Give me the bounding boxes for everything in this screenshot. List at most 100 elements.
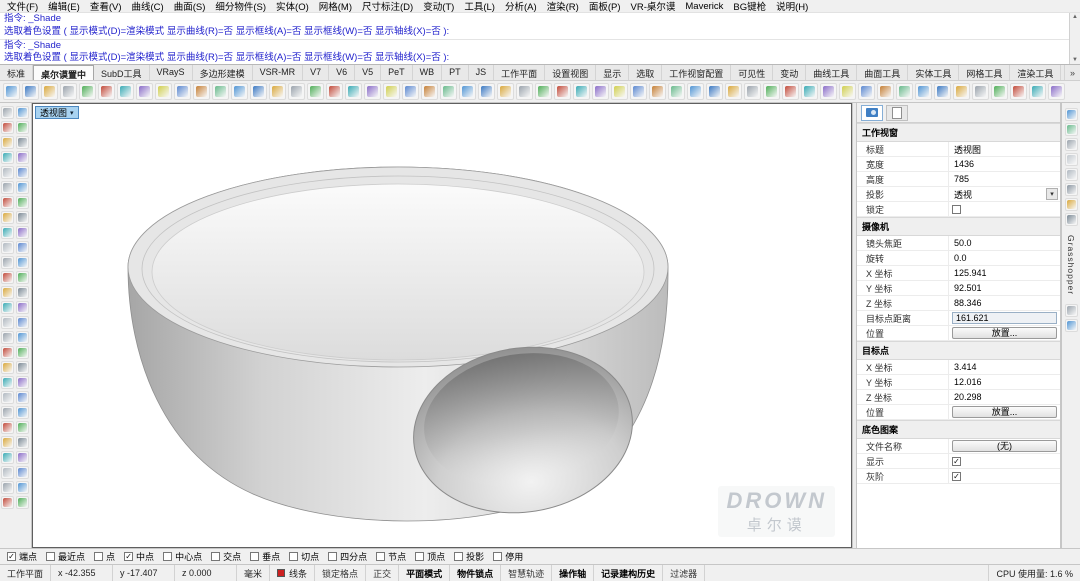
checkbox-icon[interactable] [415, 552, 425, 561]
checkbox-icon[interactable] [289, 552, 299, 561]
toolbar-icon[interactable] [820, 83, 837, 100]
sidebar-tool-icon[interactable] [16, 226, 29, 239]
side-tab-icon[interactable] [1064, 183, 1078, 196]
toolbar-icon[interactable] [801, 83, 818, 100]
osnap-item[interactable]: 停用 [493, 550, 523, 563]
status-toggle[interactable]: 记录建构历史 [594, 565, 664, 581]
toolbar-tab[interactable]: V6 [329, 65, 356, 80]
toolbar-icon[interactable] [687, 83, 704, 100]
osnap-item[interactable]: ✓ 端点 [7, 550, 37, 563]
toolbar-icon[interactable] [98, 83, 115, 100]
sidebar-tool-icon[interactable] [1, 121, 14, 134]
sidebar-tool-icon[interactable] [1, 436, 14, 449]
sidebar-tool-icon[interactable] [16, 406, 29, 419]
sidebar-tool-icon[interactable] [1, 496, 14, 509]
toolbar-icon[interactable] [383, 83, 400, 100]
checkbox-icon[interactable]: ✓ [952, 471, 961, 481]
sidebar-tool-icon[interactable] [1, 136, 14, 149]
status-toggle[interactable]: 过滤器 [663, 565, 706, 581]
sidebar-tool-icon[interactable] [1, 271, 14, 284]
display-properties-tab[interactable] [886, 104, 908, 121]
checkbox-icon[interactable] [46, 552, 56, 561]
property-value[interactable]: 92.501 [952, 283, 982, 293]
toolbar-icon[interactable] [991, 83, 1008, 100]
toolbar-icon[interactable] [345, 83, 362, 100]
menu-item[interactable]: 说明(H) [771, 0, 813, 13]
sidebar-tool-icon[interactable] [1, 151, 14, 164]
toolbar-tab[interactable]: 标准 [0, 65, 34, 80]
sidebar-tool-icon[interactable] [16, 331, 29, 344]
side-tab-icon[interactable] [1064, 108, 1078, 121]
toolbar-icon[interactable] [440, 83, 457, 100]
toolbar-icon[interactable] [60, 83, 77, 100]
side-tab-icon[interactable] [1064, 304, 1078, 318]
toolbar-icon[interactable] [22, 83, 39, 100]
sidebar-tool-icon[interactable] [1, 376, 14, 389]
property-button[interactable]: 放置... [952, 327, 1057, 339]
toolbar-icon[interactable] [725, 83, 742, 100]
toolbar-icon[interactable] [250, 83, 267, 100]
toolbar-icon[interactable] [497, 83, 514, 100]
toolbar-tab[interactable]: WB [413, 65, 443, 80]
status-toggle[interactable]: 物件锁点 [450, 565, 502, 581]
osnap-item[interactable]: ✓ 中点 [124, 550, 154, 563]
sidebar-tool-icon[interactable] [16, 451, 29, 464]
toolbar-icon[interactable] [1048, 83, 1065, 100]
checkbox-icon[interactable] [952, 204, 961, 214]
toolbar-icon[interactable] [269, 83, 286, 100]
sidebar-tool-icon[interactable] [1, 211, 14, 224]
property-value[interactable]: 785 [952, 174, 969, 184]
cplane-button[interactable]: 工作平面 [0, 565, 52, 581]
toolbar-icon[interactable] [668, 83, 685, 100]
toolbar-tab[interactable]: 工作视窗配置 [662, 65, 732, 80]
toolbar-icon[interactable] [763, 83, 780, 100]
grasshopper-tab[interactable]: Grasshopper [1066, 235, 1076, 295]
toolbar-tab[interactable]: 曲面工具 [857, 65, 909, 80]
sidebar-tool-icon[interactable] [16, 361, 29, 374]
toolbar-tab[interactable]: 实体工具 [908, 65, 960, 80]
menu-item[interactable]: Maverick [680, 1, 728, 12]
toolbar-icon[interactable] [915, 83, 932, 100]
sidebar-tool-icon[interactable] [1, 196, 14, 209]
osnap-item[interactable]: 切点 [289, 550, 319, 563]
toolbar-icon[interactable] [231, 83, 248, 100]
sidebar-tool-icon[interactable] [16, 436, 29, 449]
toolbar-icon[interactable] [478, 83, 495, 100]
toolbar-icon[interactable] [364, 83, 381, 100]
status-toggle[interactable]: 操作轴 [552, 565, 595, 581]
sidebar-tool-icon[interactable] [16, 166, 29, 179]
status-toggle[interactable]: 锁定格点 [315, 565, 367, 581]
checkbox-icon[interactable] [376, 552, 386, 561]
toolbar-icon[interactable] [744, 83, 761, 100]
sidebar-tool-icon[interactable] [1, 421, 14, 434]
toolbar-tab[interactable]: 网格工具 [959, 65, 1011, 80]
toolbar-icon[interactable] [573, 83, 590, 100]
property-value[interactable]: 20.298 [952, 392, 982, 402]
side-tab-icon[interactable] [1064, 153, 1078, 166]
toolbar-icon[interactable] [212, 83, 229, 100]
toolbar-icon[interactable] [459, 83, 476, 100]
menu-item[interactable]: 渲染(R) [542, 0, 584, 13]
sidebar-tool-icon[interactable] [1, 451, 14, 464]
sidebar-tool-icon[interactable] [1, 316, 14, 329]
toolbar-icon[interactable] [155, 83, 172, 100]
toolbar-icon[interactable] [174, 83, 191, 100]
toolbar-icon[interactable] [402, 83, 419, 100]
sidebar-tool-icon[interactable] [1, 331, 14, 344]
command-scrollbar[interactable]: ▲ ▼ [1069, 13, 1080, 64]
menu-item[interactable]: 实体(O) [271, 0, 314, 13]
property-value[interactable]: 12.016 [952, 377, 982, 387]
checkbox-icon[interactable]: ✓ [7, 552, 16, 561]
sidebar-tool-icon[interactable] [16, 241, 29, 254]
checkbox-icon[interactable] [163, 552, 173, 561]
toolbar-tab[interactable]: PT [442, 65, 469, 80]
toolbar-tab[interactable]: 工作平面 [494, 65, 546, 80]
toolbar-icon[interactable] [649, 83, 666, 100]
toolbar-icon[interactable] [326, 83, 343, 100]
sidebar-tool-icon[interactable] [16, 211, 29, 224]
osnap-item[interactable]: 最近点 [46, 550, 85, 563]
sidebar-tool-icon[interactable] [1, 481, 14, 494]
toolbar-tab[interactable]: 渲染工具 [1010, 65, 1062, 80]
toolbar-tab[interactable]: JS [469, 65, 495, 80]
toolbar-icon[interactable] [592, 83, 609, 100]
